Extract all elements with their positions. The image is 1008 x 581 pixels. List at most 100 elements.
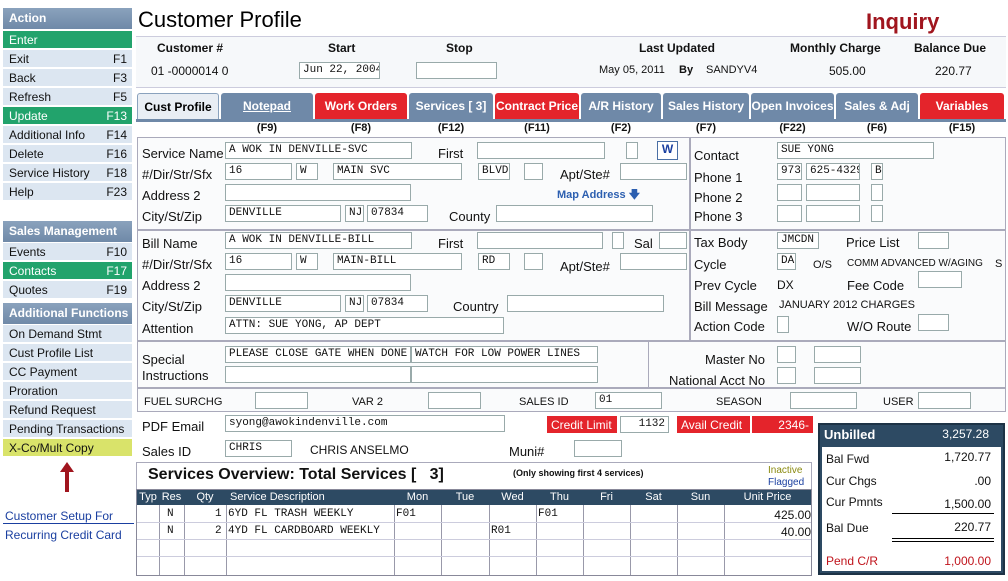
service-state-field[interactable]: NJ — [345, 205, 364, 222]
bill-sfx-extra[interactable] — [524, 253, 543, 270]
phone3-area-field[interactable] — [777, 205, 802, 222]
service-street-field[interactable]: MAIN SVC — [333, 163, 462, 180]
sales-id-field[interactable]: CHRIS — [225, 440, 292, 457]
bill-sfx-field[interactable]: RD — [478, 253, 510, 270]
enter-button[interactable]: Enter — [3, 31, 132, 49]
service-first-field[interactable] — [477, 142, 605, 159]
phone2-type-field[interactable] — [871, 184, 883, 201]
attention-field[interactable]: ATTN: SUE YONG, AP DEPT — [225, 317, 504, 334]
help-button[interactable]: Help F23 — [3, 183, 132, 201]
phone1-number-field[interactable]: 625-4329 — [806, 163, 860, 180]
service-sfx-field[interactable]: BLVD — [478, 163, 510, 180]
customer-setup-link[interactable]: Customer Setup For — [5, 509, 113, 523]
bill-first-field[interactable] — [477, 232, 603, 249]
back-button[interactable]: Back F3 — [3, 69, 132, 87]
service-first-extra[interactable] — [626, 142, 638, 159]
fuel-surchg-field[interactable] — [255, 392, 308, 409]
recurring-credit-card-link[interactable]: Recurring Credit Card — [5, 528, 122, 542]
phone3-type-field[interactable] — [871, 205, 883, 222]
refresh-button[interactable]: Refresh F5 — [3, 88, 132, 106]
service-city-field[interactable]: DENVILLE — [225, 205, 341, 222]
service-name-field[interactable]: A WOK IN DENVILLE-SVC — [225, 142, 412, 159]
bill-first-extra[interactable] — [612, 232, 624, 249]
tab-contract-price[interactable]: Contract Price — [495, 93, 579, 119]
on-demand-stmt-button[interactable]: On Demand Stmt — [3, 325, 132, 343]
bill-country-field[interactable] — [507, 295, 664, 312]
salutation-field[interactable] — [659, 232, 687, 249]
service-num-field[interactable]: 16 — [225, 163, 292, 180]
additional-info-button[interactable]: Additional Info F14 — [3, 126, 132, 144]
bill-street-field[interactable]: MAIN-BILL — [333, 253, 462, 270]
tax-body-field[interactable]: JMCDN — [777, 232, 819, 249]
bill-state-field[interactable]: NJ — [345, 295, 364, 312]
contact-field[interactable]: SUE YONG — [777, 142, 934, 159]
master-no-extra[interactable] — [814, 346, 861, 363]
master-no-field[interactable] — [777, 346, 796, 363]
special-instructions-3[interactable] — [225, 366, 411, 383]
tab-ar-history[interactable]: A/R History — [581, 93, 661, 119]
special-instructions-1[interactable]: PLEASE CLOSE GATE WHEN DONE — [225, 346, 411, 363]
bal-fwd-value: 1,720.77 — [944, 450, 991, 464]
special-instructions-4[interactable] — [411, 366, 598, 383]
x-co-mult-copy-button[interactable]: X-Co/Mult Copy — [3, 439, 132, 457]
events-button[interactable]: Events F10 — [3, 243, 132, 261]
cust-profile-list-button[interactable]: Cust Profile List — [3, 344, 132, 362]
update-button[interactable]: Update F13 — [3, 107, 132, 125]
action-code-field[interactable] — [777, 316, 789, 333]
bill-city-field[interactable]: DENVILLE — [225, 295, 341, 312]
word-doc-icon[interactable]: W — [657, 141, 678, 160]
muni-field[interactable] — [574, 440, 622, 457]
pending-transactions-button[interactable]: Pending Transactions — [3, 420, 132, 438]
bill-num-field[interactable]: 16 — [225, 253, 292, 270]
cycle-field[interactable]: DA — [777, 253, 796, 270]
service-address2-field[interactable] — [225, 184, 411, 201]
quotes-button[interactable]: Quotes F19 — [3, 281, 132, 299]
sales-id-misc-field[interactable]: 01 — [595, 392, 662, 409]
stop-date-field[interactable] — [416, 62, 497, 79]
delete-button[interactable]: Delete F16 — [3, 145, 132, 163]
cc-payment-button[interactable]: CC Payment — [3, 363, 132, 381]
user-field[interactable] — [918, 392, 971, 409]
tab-cust-profile[interactable]: Cust Profile — [137, 93, 219, 119]
service-zip-field[interactable]: 07834 — [367, 205, 428, 222]
bill-apt-field[interactable] — [620, 253, 687, 270]
service-sfx-extra[interactable] — [524, 163, 543, 180]
tab-variables[interactable]: Variables — [920, 93, 1004, 119]
phone1-area-field[interactable]: 973 — [777, 163, 802, 180]
tab-services[interactable]: Services [ 3] — [409, 93, 493, 119]
phone3-number-field[interactable] — [806, 205, 860, 222]
var2-field[interactable] — [428, 392, 481, 409]
tab-notepad[interactable]: Notepad — [221, 93, 313, 119]
price-list-field[interactable] — [918, 232, 949, 249]
tab-open-invoices[interactable]: Open Invoices — [751, 93, 834, 119]
tab-sales-history[interactable]: Sales History — [663, 93, 749, 119]
bill-zip-field[interactable]: 07834 — [367, 295, 428, 312]
map-address-link[interactable]: Map Address 🡇 — [557, 186, 640, 205]
col-sun: Sun — [677, 490, 724, 505]
bill-address2-field[interactable] — [225, 274, 411, 291]
phone2-number-field[interactable] — [806, 184, 860, 201]
phone2-area-field[interactable] — [777, 184, 802, 201]
fee-code-field[interactable] — [918, 271, 962, 288]
exit-button[interactable]: Exit F1 — [3, 50, 132, 68]
proration-button[interactable]: Proration — [3, 382, 132, 400]
wo-route-field[interactable] — [918, 314, 949, 331]
contacts-button[interactable]: Contacts F17 — [3, 262, 132, 280]
special-instructions-2[interactable]: WATCH FOR LOW POWER LINES — [411, 346, 598, 363]
credit-limit-field[interactable]: 1132 — [620, 416, 669, 433]
refund-request-button[interactable]: Refund Request — [3, 401, 132, 419]
tab-work-orders[interactable]: Work Orders — [315, 93, 407, 119]
start-date-field[interactable]: Jun 22, 2004 — [299, 62, 380, 79]
service-apt-field[interactable] — [620, 163, 687, 180]
pdf-email-field[interactable]: syong@awokindenville.com — [225, 415, 505, 432]
bill-name-field[interactable]: A WOK IN DENVILLE-BILL — [225, 232, 412, 249]
season-field[interactable] — [790, 392, 857, 409]
tab-sales-adj[interactable]: Sales & Adj — [836, 93, 918, 119]
national-acct-field[interactable] — [777, 367, 796, 384]
phone1-type-field[interactable]: B — [871, 163, 883, 180]
national-acct-extra[interactable] — [814, 367, 861, 384]
service-dir-field[interactable]: W — [296, 163, 318, 180]
service-history-button[interactable]: Service History F18 — [3, 164, 132, 182]
service-county-field[interactable] — [496, 205, 653, 222]
bill-dir-field[interactable]: W — [296, 253, 318, 270]
